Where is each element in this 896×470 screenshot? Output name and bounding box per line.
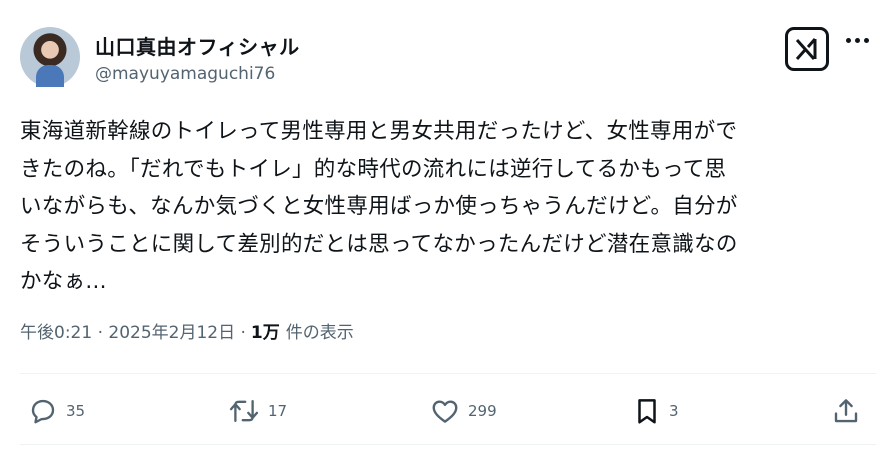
timestamp[interactable]: 午後0:21 · 2025年2月12日 · <box>20 318 246 343</box>
bookmark-icon <box>638 399 656 424</box>
author-handle[interactable]: @mayuyamaguchi76 <box>95 64 275 84</box>
like-button[interactable]: 299 <box>430 393 497 429</box>
tweet-meta: 午後0:21 · 2025年2月12日 · 1万 件の表示 <box>20 318 354 343</box>
tweet-line: きたのね。「だれでもトイレ」的な時代の流れには逆行してるかもって思 <box>20 156 727 182</box>
views-count: 1万 <box>250 323 280 343</box>
divider-bottom <box>20 444 876 445</box>
tweet-line: かなぁ... <box>20 269 107 294</box>
grok-button[interactable] <box>785 27 829 71</box>
tweet-line: そういうことに関して差別的だとは思ってなかったんだけど潜在意識なの <box>20 231 738 257</box>
views-label: 件の表示 <box>285 323 354 343</box>
repost-icon <box>229 399 259 423</box>
like-count: 299 <box>468 402 497 420</box>
tweet-line: 東海道新幹線のトイレって男性専用と男女共用だったけど、女性専用がで <box>20 119 738 144</box>
more-icon <box>846 38 851 43</box>
reply-button[interactable]: 35 <box>28 393 85 429</box>
author-name[interactable]: 山口真由オフィシャル <box>95 31 300 60</box>
reply-count: 35 <box>66 402 86 420</box>
share-button[interactable] <box>831 393 861 429</box>
reply-icon <box>31 399 55 424</box>
repost-button[interactable]: 17 <box>228 393 287 429</box>
tweet-text: 東海道新幹線のトイレって男性専用と男女共用だったけど、女性専用がで きたのね。「… <box>20 113 882 301</box>
heart-icon <box>432 400 458 423</box>
more-button[interactable] <box>846 38 869 43</box>
grok-icon <box>795 38 817 61</box>
action-bar: 35 17 299 3 <box>0 393 896 429</box>
bookmark-count: 3 <box>669 402 679 420</box>
bookmark-button[interactable]: 3 <box>633 393 679 429</box>
share-icon <box>834 399 858 423</box>
repost-count: 17 <box>268 402 288 420</box>
tweet-line: いながらも、なんか気づくと女性専用ばっか使っちゃうんだけど。自分が <box>20 194 738 219</box>
avatar[interactable] <box>20 27 80 87</box>
divider-top <box>20 373 876 374</box>
